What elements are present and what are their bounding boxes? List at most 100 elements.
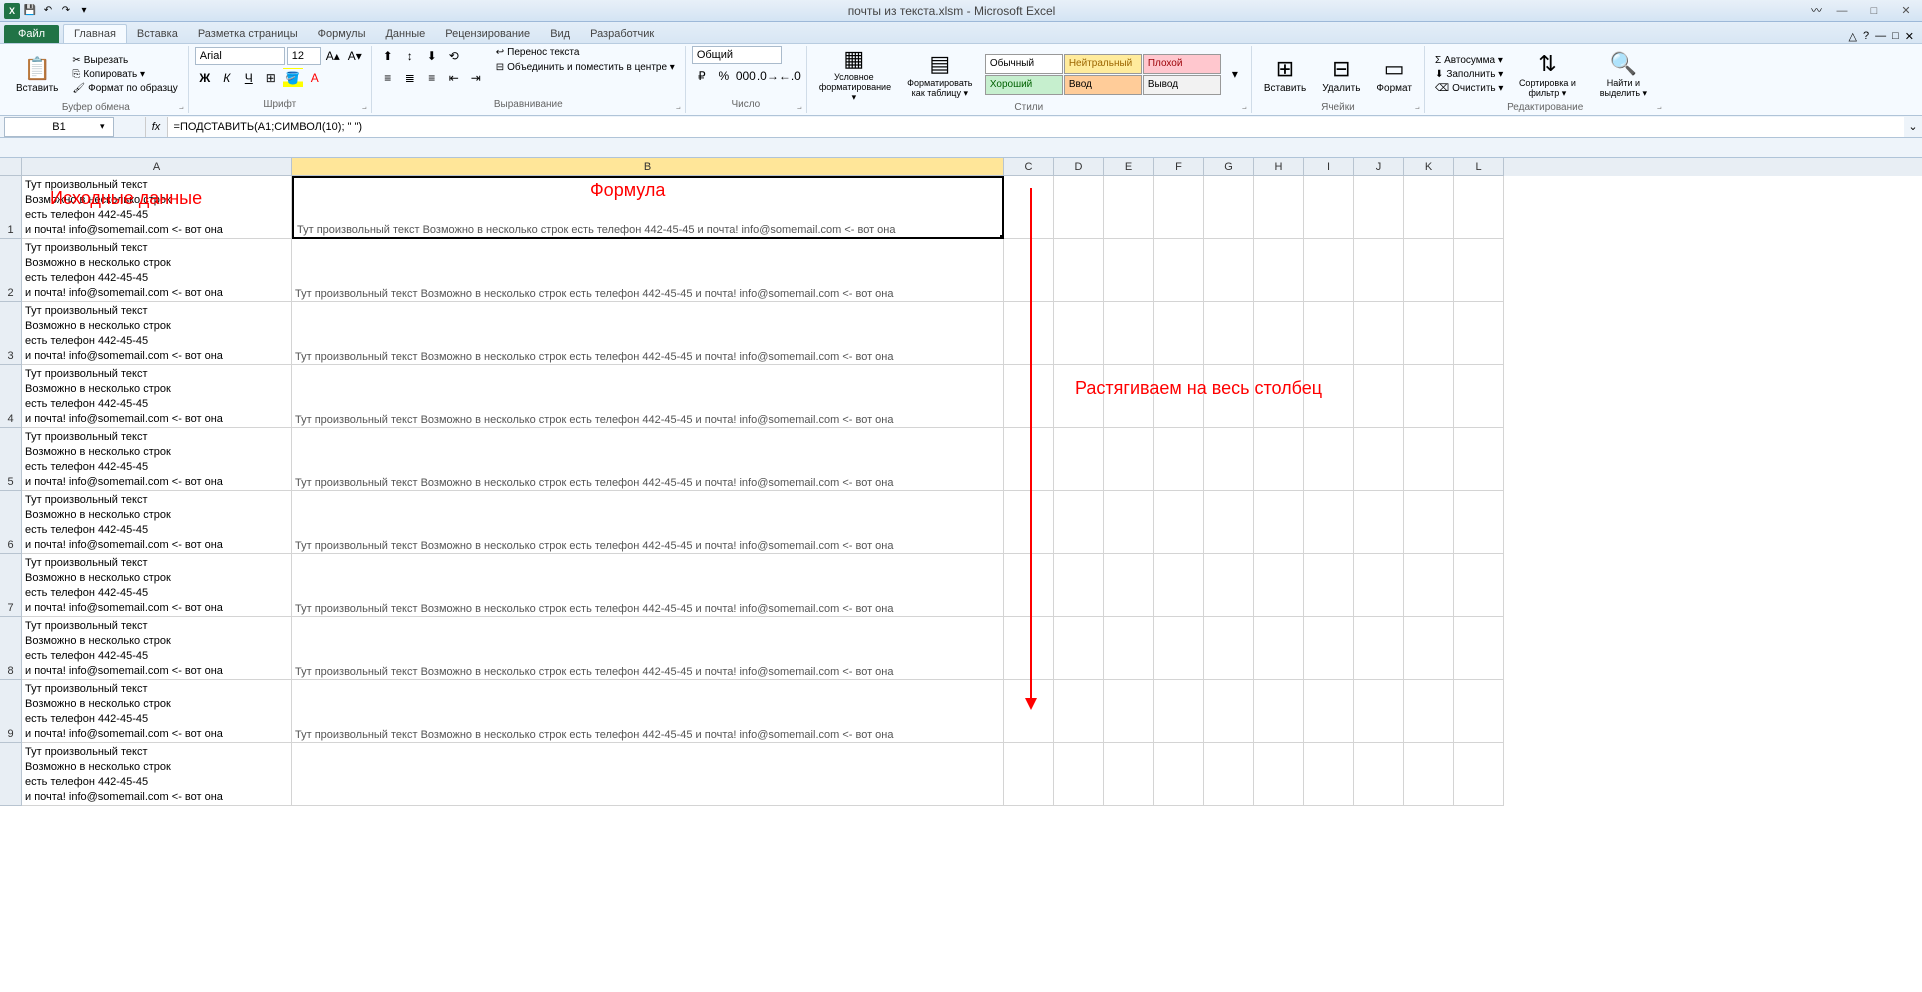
cell[interactable] [1054,680,1104,743]
increase-font-icon[interactable]: A▴ [323,46,343,66]
row-header[interactable]: 3 [0,302,22,365]
cell[interactable] [1154,365,1204,428]
cell[interactable] [1354,680,1404,743]
cell[interactable] [1304,743,1354,806]
formula-expand-icon[interactable]: ⌄ [1904,120,1922,133]
align-bottom-icon[interactable]: ⬇ [422,46,442,66]
insert-cell-button[interactable]: ⊞Вставить [1258,46,1312,102]
style-input[interactable]: Ввод [1064,75,1142,95]
cell[interactable] [1204,176,1254,239]
cell[interactable] [1104,239,1154,302]
cell[interactable] [1204,554,1254,617]
row-header[interactable]: 4 [0,365,22,428]
cell[interactable] [1054,743,1104,806]
cell[interactable] [1154,176,1204,239]
cell[interactable] [1104,554,1154,617]
undo-icon[interactable]: ↶ [40,3,56,19]
doc-close-icon[interactable]: ✕ [1905,30,1914,43]
doc-max-icon[interactable]: □ [1892,30,1899,43]
cell[interactable] [1354,491,1404,554]
comma-icon[interactable]: 000 [736,66,756,86]
align-top-icon[interactable]: ⬆ [378,46,398,66]
cell[interactable] [1154,491,1204,554]
cell[interactable]: Тут произвольный текстВозможно в несколь… [22,680,292,743]
sort-filter-button[interactable]: ⇅Сортировка и фильтр ▾ [1511,46,1583,102]
tab-formulas[interactable]: Формулы [308,25,376,43]
cell[interactable] [1254,428,1304,491]
cell[interactable] [1454,680,1504,743]
name-box-dropdown-icon[interactable]: ▾ [100,121,105,132]
cell[interactable] [1354,239,1404,302]
find-select-button[interactable]: 🔍Найти и выделить ▾ [1587,46,1659,102]
format-cell-button[interactable]: ▭Формат [1370,46,1418,102]
align-right-icon[interactable]: ≡ [422,68,442,88]
cell[interactable] [1104,302,1154,365]
cell[interactable]: Тут произвольный текст Возможно в нескол… [292,302,1004,365]
col-header-G[interactable]: G [1204,158,1254,176]
cell[interactable] [1204,743,1254,806]
cell[interactable] [1454,743,1504,806]
cell[interactable] [1004,680,1054,743]
cell[interactable] [1054,239,1104,302]
style-neutral[interactable]: Нейтральный [1064,54,1142,74]
cell[interactable] [1104,680,1154,743]
cell[interactable] [1404,554,1454,617]
align-middle-icon[interactable]: ↕ [400,46,420,66]
cell[interactable]: Тут произвольный текст Возможно в нескол… [292,365,1004,428]
cell[interactable]: Тут произвольный текстВозможно в несколь… [22,491,292,554]
fill-button[interactable]: ⬇Заполнить ▾ [1431,68,1507,81]
cell[interactable] [1154,554,1204,617]
delete-cell-button[interactable]: ⊟Удалить [1316,46,1366,102]
minimize-button[interactable]: — [1830,2,1854,20]
percent-icon[interactable]: % [714,66,734,86]
cell[interactable] [1154,680,1204,743]
tab-insert[interactable]: Вставка [127,25,188,43]
number-format-combo[interactable] [692,46,782,64]
col-header-A[interactable]: A [22,158,292,176]
cell[interactable] [1004,617,1054,680]
cell[interactable] [1454,239,1504,302]
row-header[interactable] [0,743,22,806]
cell[interactable] [1254,176,1304,239]
cell[interactable] [1254,743,1304,806]
cell[interactable] [1204,428,1254,491]
cell[interactable] [1404,365,1454,428]
cell[interactable] [1004,743,1054,806]
cell[interactable]: Тут произвольный текст Возможно в нескол… [292,617,1004,680]
row-header[interactable]: 2 [0,239,22,302]
cell[interactable] [1004,239,1054,302]
col-header-H[interactable]: H [1254,158,1304,176]
select-all-corner[interactable] [0,158,22,176]
cell[interactable] [1304,491,1354,554]
indent-increase-icon[interactable]: ⇥ [466,68,486,88]
fill-color-icon[interactable]: 🪣 [283,68,303,88]
bold-icon[interactable]: Ж [195,68,215,88]
cell[interactable] [1004,302,1054,365]
format-painter-button[interactable]: 🖌Формат по образцу [68,82,181,95]
col-header-B[interactable]: B [292,158,1004,176]
increase-decimal-icon[interactable]: .0→ [758,66,778,86]
cell[interactable]: Тут произвольный текстВозможно в несколь… [22,617,292,680]
cell[interactable] [1404,176,1454,239]
cell[interactable] [1404,302,1454,365]
cell[interactable] [1154,617,1204,680]
cell[interactable] [1454,617,1504,680]
cell[interactable]: Тут произвольный текст Возможно в нескол… [292,428,1004,491]
cell[interactable] [1404,680,1454,743]
formula-input[interactable] [167,117,1904,137]
border-icon[interactable]: ⊞ [261,68,281,88]
cell[interactable] [1304,239,1354,302]
cell[interactable] [292,743,1004,806]
indent-decrease-icon[interactable]: ⇤ [444,68,464,88]
cell[interactable] [1304,428,1354,491]
cell[interactable] [1454,491,1504,554]
cell[interactable] [1104,617,1154,680]
decrease-decimal-icon[interactable]: ←.0 [780,66,800,86]
cell[interactable] [1404,239,1454,302]
qat-dropdown-icon[interactable]: ▾ [76,3,92,19]
style-output[interactable]: Вывод [1143,75,1221,95]
cell[interactable] [1454,554,1504,617]
tab-home[interactable]: Главная [63,24,127,43]
name-box[interactable] [4,117,114,137]
cell[interactable] [1204,680,1254,743]
